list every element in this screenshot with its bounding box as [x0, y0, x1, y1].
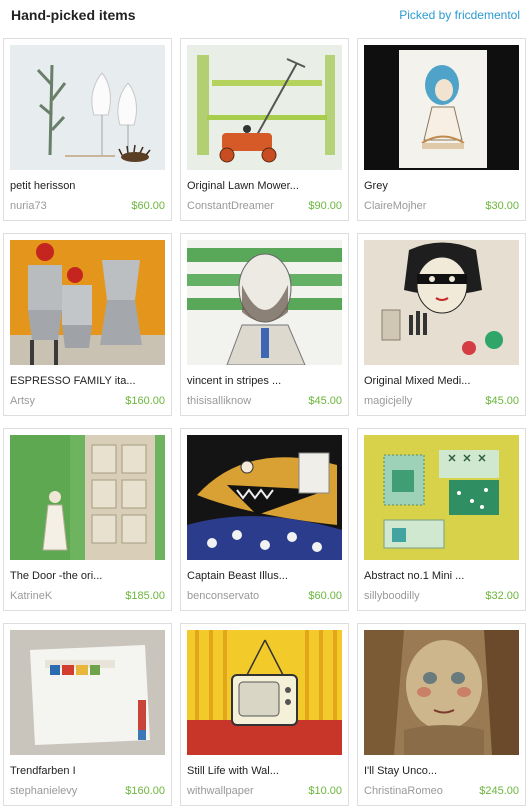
- item-shop[interactable]: benconservato: [187, 590, 259, 602]
- item-price: $45.00: [308, 395, 342, 407]
- item-card-espresso-family[interactable]: ESPRESSO FAMILY ita... Artsy $160.00: [3, 233, 172, 416]
- item-title[interactable]: petit herisson: [10, 180, 166, 192]
- item-title[interactable]: Original Lawn Mower...: [187, 180, 343, 192]
- item-card-trendfarben[interactable]: Trendfarben I stephanielevy $160.00: [3, 623, 172, 806]
- item-image-mixed-media[interactable]: [364, 240, 519, 365]
- item-title[interactable]: Original Mixed Medi...: [364, 375, 520, 387]
- item-title[interactable]: Abstract no.1 Mini ...: [364, 570, 520, 582]
- item-card-ill-stay[interactable]: I'll Stay Unco... ChristinaRomeo $245.00: [357, 623, 526, 806]
- item-title[interactable]: Captain Beast Illus...: [187, 570, 343, 582]
- item-shop[interactable]: ConstantDreamer: [187, 200, 274, 212]
- item-title[interactable]: The Door -the ori...: [10, 570, 166, 582]
- item-image-ill-stay[interactable]: [364, 630, 519, 755]
- item-image-vincent[interactable]: [187, 240, 342, 365]
- item-price: $160.00: [125, 395, 165, 407]
- item-image-abstract[interactable]: [364, 435, 519, 560]
- item-card-captain-beast[interactable]: Captain Beast Illus... benconservato $60…: [180, 428, 349, 611]
- item-price: $245.00: [479, 785, 519, 797]
- item-card-vincent[interactable]: vincent in stripes ... thisisalliknow $4…: [180, 233, 349, 416]
- item-price: $185.00: [125, 590, 165, 602]
- item-image-the-door[interactable]: [10, 435, 165, 560]
- item-image-captain-beast[interactable]: [187, 435, 342, 560]
- item-title[interactable]: I'll Stay Unco...: [364, 765, 520, 777]
- item-card-petit-herisson[interactable]: petit herisson nuria73 $60.00: [3, 38, 172, 221]
- item-price: $45.00: [485, 395, 519, 407]
- item-shop[interactable]: Artsy: [10, 395, 35, 407]
- item-shop[interactable]: thisisalliknow: [187, 395, 251, 407]
- item-grid: petit herisson nuria73 $60.00 Original L…: [3, 38, 527, 806]
- item-shop[interactable]: stephanielevy: [10, 785, 77, 797]
- item-card-still-life[interactable]: Still Life with Wal... withwallpaper $10…: [180, 623, 349, 806]
- header: Hand-picked items Picked by fricdementol: [0, 0, 530, 32]
- item-price: $60.00: [308, 590, 342, 602]
- item-price: $90.00: [308, 200, 342, 212]
- item-price: $10.00: [308, 785, 342, 797]
- item-image-espresso-family[interactable]: [10, 240, 165, 365]
- item-card-grey[interactable]: Grey ClaireMojher $30.00: [357, 38, 526, 221]
- item-price: $60.00: [131, 200, 165, 212]
- picked-by-link[interactable]: Picked by fricdementol: [399, 8, 520, 22]
- item-shop[interactable]: ChristinaRomeo: [364, 785, 443, 797]
- item-price: $30.00: [485, 200, 519, 212]
- item-title[interactable]: ESPRESSO FAMILY ita...: [10, 375, 166, 387]
- item-shop[interactable]: nuria73: [10, 200, 47, 212]
- item-shop[interactable]: ClaireMojher: [364, 200, 426, 212]
- item-image-lawn-mower[interactable]: [187, 45, 342, 170]
- item-shop[interactable]: KatrineK: [10, 590, 52, 602]
- page-title: Hand-picked items: [11, 7, 136, 23]
- item-title[interactable]: vincent in stripes ...: [187, 375, 343, 387]
- item-image-petit-herisson[interactable]: [10, 45, 165, 170]
- item-card-mixed-media[interactable]: Original Mixed Medi... magicjelly $45.00: [357, 233, 526, 416]
- item-card-lawn-mower[interactable]: Original Lawn Mower... ConstantDreamer $…: [180, 38, 349, 221]
- item-card-abstract[interactable]: Abstract no.1 Mini ... sillyboodilly $32…: [357, 428, 526, 611]
- item-title[interactable]: Still Life with Wal...: [187, 765, 343, 777]
- item-card-the-door[interactable]: The Door -the ori... KatrineK $185.00: [3, 428, 172, 611]
- item-shop[interactable]: magicjelly: [364, 395, 412, 407]
- item-price: $32.00: [485, 590, 519, 602]
- item-image-grey[interactable]: [364, 45, 519, 170]
- item-shop[interactable]: withwallpaper: [187, 785, 254, 797]
- item-title[interactable]: Trendfarben I: [10, 765, 166, 777]
- item-image-still-life[interactable]: [187, 630, 342, 755]
- item-title[interactable]: Grey: [364, 180, 520, 192]
- item-price: $160.00: [125, 785, 165, 797]
- item-shop[interactable]: sillyboodilly: [364, 590, 420, 602]
- item-image-trendfarben[interactable]: [10, 630, 165, 755]
